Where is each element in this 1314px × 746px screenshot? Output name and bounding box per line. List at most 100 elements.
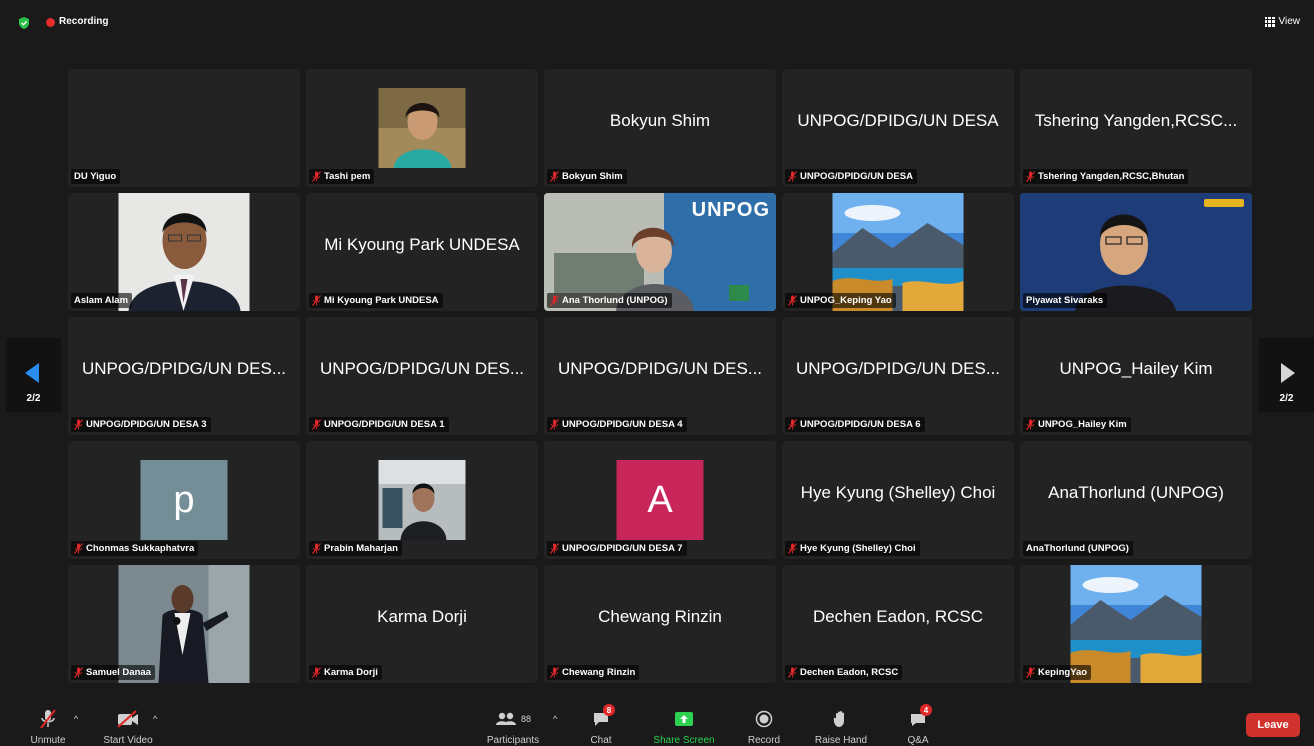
page-indicator-left: 2/2	[26, 393, 41, 404]
participant-name-label: Prabin Maharjan	[309, 541, 402, 556]
chat-button[interactable]: 8 Chat	[585, 704, 617, 746]
participant-tile[interactable]: Tshering Yangden,RCSC... Tshering Yangden…	[1020, 69, 1252, 187]
participant-name: Chonmas Sukkaphatvra	[86, 543, 195, 554]
qa-button[interactable]: 4 Q&A	[902, 704, 934, 746]
muted-mic-icon	[550, 667, 559, 678]
participants-icon	[495, 712, 516, 725]
next-page-button[interactable]: 2/2	[1259, 338, 1314, 412]
raise-hand-button[interactable]: Raise Hand	[808, 707, 874, 746]
participant-name-label: UNPOG/DPIDG/UN DESA 7	[547, 541, 687, 556]
qa-label: Q&A	[907, 735, 929, 746]
previous-page-button[interactable]: 2/2	[6, 338, 61, 412]
video-off-icon	[117, 710, 138, 728]
participant-tile[interactable]: UNPOG Ana Thorlund (UNPOG)	[544, 193, 776, 311]
participant-photo	[118, 193, 250, 311]
participant-display-name: UNPOG_Hailey Kim	[1059, 359, 1213, 378]
participant-name: Samuel Danaa	[86, 667, 151, 678]
participants-options-caret-icon[interactable]: ^	[553, 714, 557, 724]
share-screen-button[interactable]: Share Screen	[645, 707, 723, 746]
participant-tile[interactable]: Bokyun Shim Bokyun Shim	[544, 69, 776, 187]
participant-tile[interactable]: UNPOG/DPIDG/UN DES... UNPOG/DPIDG/UN DESA…	[68, 317, 300, 435]
record-button[interactable]: Record	[742, 707, 786, 746]
participant-name-label: Chewang Rinzin	[547, 665, 640, 680]
qa-badge: 4	[920, 704, 932, 716]
participant-tile[interactable]: Aslam Alam	[68, 193, 300, 311]
participants-label: Participants	[486, 735, 540, 746]
participant-tile[interactable]: UNPOG_Keping Yao	[782, 193, 1014, 311]
page-indicator-right: 2/2	[1279, 393, 1294, 404]
participant-tile[interactable]: KepingYao	[1020, 565, 1252, 683]
muted-mic-icon	[788, 171, 797, 182]
participant-tile[interactable]: DU Yiguo	[68, 69, 300, 187]
security-shield-icon[interactable]	[17, 16, 31, 30]
unmute-label: Unmute	[30, 735, 66, 746]
participant-tile[interactable]: UNPOG/DPIDG/UN DES... UNPOG/DPIDG/UN DESA…	[782, 317, 1014, 435]
muted-mic-icon	[74, 543, 83, 554]
participant-name-label: Tshering Yangden,RCSC,Bhutan	[1023, 169, 1189, 184]
participant-name: Prabin Maharjan	[324, 543, 398, 554]
muted-mic-icon	[788, 667, 797, 678]
participant-name: Karma Dorji	[324, 667, 378, 678]
participant-tile[interactable]: UNPOG/DPIDG/UN DES... UNPOG/DPIDG/UN DESA…	[544, 317, 776, 435]
participant-tile[interactable]: A UNPOG/DPIDG/UN DESA 7	[544, 441, 776, 559]
participant-display-name: UNPOG/DPIDG/UN DES...	[81, 359, 287, 378]
start-video-button[interactable]: Start Video	[97, 707, 159, 746]
participant-tile[interactable]: Samuel Danaa	[68, 565, 300, 683]
participant-name-label: UNPOG/DPIDG/UN DESA	[785, 169, 917, 184]
participant-name: UNPOG_Hailey Kim	[1038, 419, 1127, 430]
participant-name-label: Hye Kyung (Shelley) Choi	[785, 541, 920, 556]
participant-tile[interactable]: Dechen Eadon, RCSC Dechen Eadon, RCSC	[782, 565, 1014, 683]
participant-tile[interactable]: Mi Kyoung Park UNDESA Mi Kyoung Park UNDE…	[306, 193, 538, 311]
recording-label[interactable]: Recording	[59, 16, 108, 27]
participant-tile[interactable]: Chewang Rinzin Chewang Rinzin	[544, 565, 776, 683]
view-button[interactable]: View	[1264, 16, 1300, 27]
muted-mic-icon	[550, 419, 559, 430]
muted-mic-icon	[550, 171, 559, 182]
unpog-backdrop-text: UNPOG	[691, 199, 770, 221]
audio-options-caret-icon[interactable]: ^	[74, 714, 78, 724]
recording-dot-icon	[46, 18, 55, 27]
video-options-caret-icon[interactable]: ^	[153, 714, 157, 724]
participant-tile[interactable]: Karma Dorji Karma Dorji	[306, 565, 538, 683]
muted-mic-icon	[312, 667, 321, 678]
participant-name: Dechen Eadon, RCSC	[800, 667, 899, 678]
participant-tile[interactable]: Hye Kyung (Shelley) Choi Hye Kyung (Shell…	[782, 441, 1014, 559]
avatar-letter: A	[647, 478, 673, 521]
participant-display-name: UNPOG/DPIDG/UN DES...	[319, 359, 525, 378]
muted-mic-icon	[550, 543, 559, 554]
share-screen-icon	[675, 712, 693, 726]
participant-name-label: UNPOG/DPIDG/UN DESA 4	[547, 417, 687, 432]
participant-name-label: Tashi pem	[309, 169, 375, 184]
participants-count: 88	[520, 714, 531, 724]
avatar-placeholder: p	[140, 460, 228, 540]
participant-display-name: Karma Dorji	[377, 607, 467, 626]
muted-mic-icon	[1026, 171, 1035, 182]
participants-button[interactable]: 88 Participants	[478, 707, 548, 746]
participant-tile[interactable]: UNPOG/DPIDG/UN DES... UNPOG/DPIDG/UN DESA…	[306, 317, 538, 435]
participant-tile[interactable]: UNPOG_Hailey Kim UNPOG_Hailey Kim	[1020, 317, 1252, 435]
top-bar: Recording View	[0, 0, 1314, 46]
participant-tile[interactable]: Tashi pem	[306, 69, 538, 187]
participant-tile[interactable]: p Chonmas Sukkaphatvra	[68, 441, 300, 559]
participant-tile[interactable]: Prabin Maharjan	[306, 441, 538, 559]
participant-display-name: Mi Kyoung Park UNDESA	[324, 235, 520, 254]
raise-hand-label: Raise Hand	[814, 735, 868, 746]
muted-mic-icon	[788, 419, 797, 430]
participant-tile[interactable]: UNPOG/DPIDG/UN DESA UNPOG/DPIDG/UN DESA	[782, 69, 1014, 187]
avatar-letter: p	[173, 478, 195, 521]
record-icon	[755, 710, 773, 728]
participant-name-label: UNPOG_Hailey Kim	[1023, 417, 1131, 432]
participant-gallery: DU Yiguo Tashi pem Bokyun Shim Bokyun Shim U…	[68, 69, 1252, 683]
participant-name-label: DU Yiguo	[71, 169, 121, 184]
leave-button[interactable]: Leave	[1246, 713, 1300, 737]
raise-hand-icon	[833, 711, 844, 727]
arrow-left-icon	[25, 363, 39, 383]
muted-mic-icon	[312, 171, 321, 182]
participant-name: Chewang Rinzin	[562, 667, 636, 678]
muted-mic-icon	[1026, 419, 1035, 430]
unmute-button[interactable]: Unmute	[26, 707, 70, 746]
participant-tile[interactable]: Piyawat Sivaraks	[1020, 193, 1252, 311]
grid-view-icon	[1264, 16, 1275, 27]
participant-tile[interactable]: AnaThorlund (UNPOG) AnaThorlund (UNPOG)	[1020, 441, 1252, 559]
participant-name-label: Chonmas Sukkaphatvra	[71, 541, 199, 556]
